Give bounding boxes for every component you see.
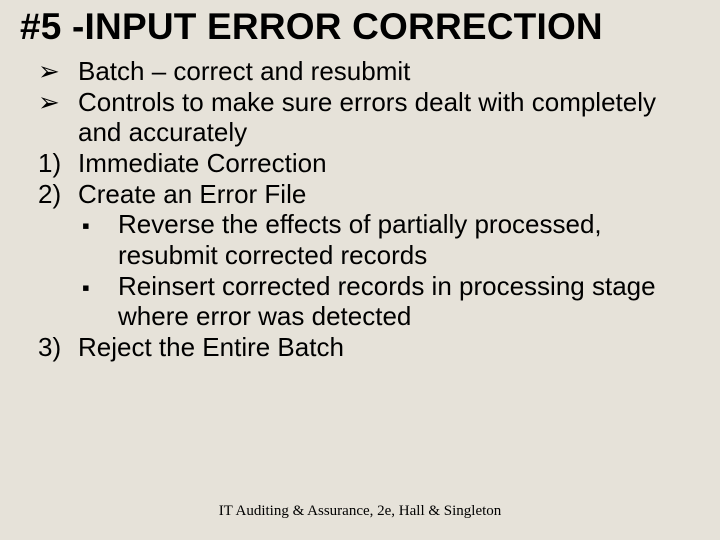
number-marker: 2) <box>38 179 78 210</box>
list-item: ▪ Reinsert corrected records in processi… <box>82 271 700 332</box>
bullet-text: Reject the Entire Batch <box>78 332 700 363</box>
square-icon: ▪ <box>82 213 118 239</box>
list-item: ➢ Batch – correct and resubmit <box>38 56 700 87</box>
list-item: 2) Create an Error File <box>38 179 700 210</box>
bullet-text: Reverse the effects of partially process… <box>118 209 700 270</box>
slide-title: #5 -INPUT ERROR CORRECTION <box>20 6 700 48</box>
bullet-text: Reinsert corrected records in processing… <box>118 271 700 332</box>
bullet-text: Immediate Correction <box>78 148 700 179</box>
list-item: ➢ Controls to make sure errors dealt wit… <box>38 87 700 148</box>
sublist-container: ▪ Reverse the effects of partially proce… <box>38 209 700 332</box>
arrow-icon: ➢ <box>38 56 78 87</box>
arrow-icon: ➢ <box>38 87 78 118</box>
number-marker: 1) <box>38 148 78 179</box>
slide: #5 -INPUT ERROR CORRECTION ➢ Batch – cor… <box>0 0 720 540</box>
bullet-text: Controls to make sure errors dealt with … <box>78 87 700 148</box>
bullet-text: Create an Error File <box>78 179 700 210</box>
sub-bullet-list: ▪ Reverse the effects of partially proce… <box>38 209 700 332</box>
list-item: ▪ Reverse the effects of partially proce… <box>82 209 700 270</box>
list-item: 3) Reject the Entire Batch <box>38 332 700 363</box>
footer-text: IT Auditing & Assurance, 2e, Hall & Sing… <box>0 503 720 520</box>
bullet-text: Batch – correct and resubmit <box>78 56 700 87</box>
number-marker: 3) <box>38 332 78 363</box>
slide-body: ➢ Batch – correct and resubmit ➢ Control… <box>20 56 700 363</box>
bullet-list: ➢ Batch – correct and resubmit ➢ Control… <box>38 56 700 363</box>
square-icon: ▪ <box>82 275 118 301</box>
list-item: 1) Immediate Correction <box>38 148 700 179</box>
